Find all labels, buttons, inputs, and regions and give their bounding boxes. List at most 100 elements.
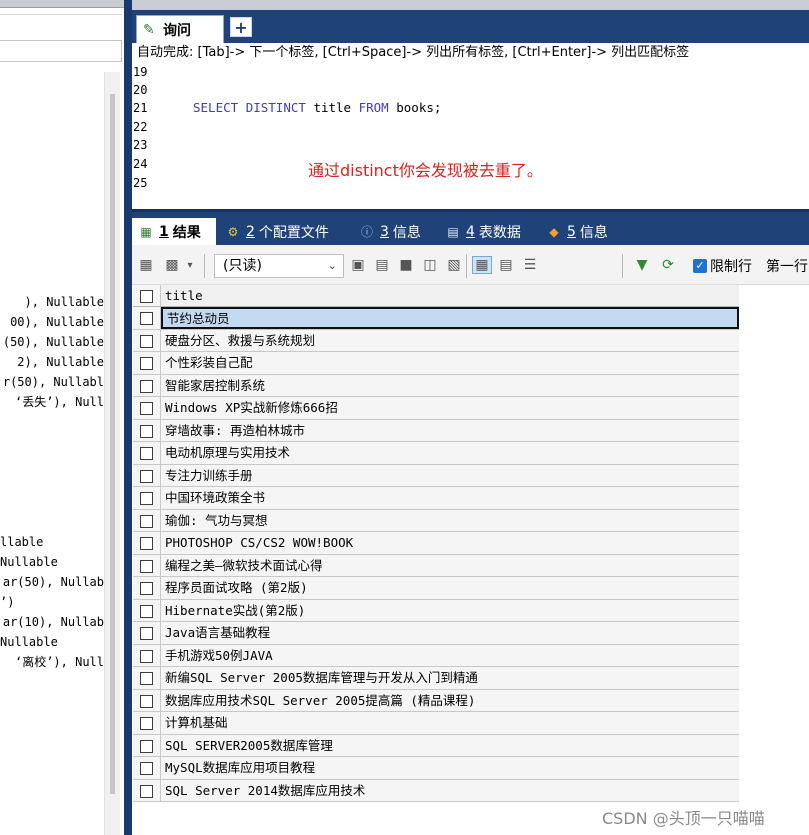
table-row[interactable]: 中国环境政策全书 [133,487,739,510]
column-header-title[interactable]: title [165,285,203,306]
refresh-icon[interactable]: ⟳ [658,256,678,274]
table-row[interactable]: 数据库应用技术SQL Server 2005提高篇 (精品课程) [133,689,739,712]
row-select-cell[interactable] [133,622,161,644]
row-checkbox[interactable] [140,739,153,753]
table-row[interactable]: Hibernate实战(第2版) [133,599,739,622]
title-cell[interactable]: 穿墙故事: 再造柏林城市 [165,420,305,442]
row-select-cell[interactable] [133,329,161,351]
left-panel-scrollbar[interactable] [104,72,120,835]
tab-query[interactable]: ✎ 询问 [136,15,224,43]
save-icon[interactable]: ■ [396,256,416,274]
row-checkbox[interactable] [140,717,153,730]
row-select-cell[interactable] [133,532,161,554]
table-row[interactable]: 硬盘分区、救援与系统规划 [133,329,739,352]
row-select-cell[interactable] [133,599,161,621]
sql-editor[interactable]: 19 20 21 22 23 24 25 SELECT DISTINCT tit… [132,63,809,209]
text-view-icon[interactable]: ☰ [520,256,540,274]
row-select-cell[interactable] [133,779,161,801]
row-checkbox[interactable] [140,357,153,370]
select-all-cell[interactable] [133,285,161,306]
row-checkbox[interactable] [140,424,153,438]
title-cell[interactable]: Windows XP实战新修炼666招 [165,397,338,419]
row-checkbox[interactable] [140,492,153,505]
dropdown-arrow-icon[interactable]: ▾ [184,256,196,274]
title-cell[interactable]: MySQL数据库应用项目教程 [165,757,315,779]
title-cell[interactable]: 瑜伽: 气功与冥想 [165,510,268,532]
grid-view-icon[interactable]: ▦ [472,256,492,274]
title-cell[interactable]: 电动机原理与实用技术 [165,442,290,464]
sql-code-line[interactable]: SELECT DISTINCT title FROM books; [193,99,441,117]
title-cell[interactable]: PHOTOSHOP CS/CS2 WOW!BOOK [165,532,353,554]
tab-table-data[interactable]: ▤ 4 表数据 [445,218,521,245]
table-row[interactable]: 电动机原理与实用技术 [133,442,739,465]
title-cell[interactable]: Java语言基础教程 [165,622,270,644]
panel-splitter[interactable] [124,0,132,835]
row-checkbox[interactable] [140,604,153,618]
title-cell[interactable]: 专注力训练手册 [165,465,253,487]
row-select-cell[interactable] [133,397,161,419]
new-tab-button[interactable]: + [230,17,252,37]
row-checkbox[interactable] [140,537,153,550]
title-cell[interactable]: 中国环境政策全书 [165,487,265,509]
discard-icon[interactable]: ▧ [444,256,464,274]
row-select-cell[interactable] [133,712,161,734]
row-checkbox[interactable] [140,627,153,640]
row-select-cell[interactable] [133,307,161,329]
copy-grid-icon[interactable]: ▩ [162,256,182,274]
table-row[interactable]: 穿墙故事: 再造柏林城市 [133,419,739,442]
row-select-cell[interactable] [133,509,161,531]
duplicate-row-icon[interactable]: ▤ [372,256,392,274]
table-row[interactable]: 节约总动员 [133,307,739,330]
table-row[interactable]: 瑜伽: 气功与冥想 [133,509,739,532]
table-row[interactable]: 编程之美—微软技术面试心得 [133,554,739,577]
row-select-cell[interactable] [133,352,161,374]
row-checkbox[interactable] [140,312,153,325]
row-select-cell[interactable] [133,442,161,464]
row-select-cell[interactable] [133,487,161,509]
row-checkbox[interactable] [140,672,153,685]
row-checkbox[interactable] [140,379,153,393]
results-grid[interactable]: title 节约总动员 硬盘分区、救援与系统规划 个性彩装自己配 智能家居控制系统 Wi… [133,285,739,802]
row-select-cell[interactable] [133,644,161,666]
readonly-select[interactable]: (只读) ⌄ [214,254,344,278]
row-select-cell[interactable] [133,734,161,756]
title-cell[interactable]: 新编SQL Server 2005数据库管理与开发从入门到精通 [165,667,478,689]
row-select-cell[interactable] [133,464,161,486]
insert-row-icon[interactable]: ▣ [348,256,368,274]
title-cell[interactable]: 数据库应用技术SQL Server 2005提高篇 (精品课程) [165,690,475,712]
row-checkbox[interactable] [140,469,153,483]
row-checkbox[interactable] [140,582,153,595]
form-view-icon[interactable]: ▤ [496,256,516,274]
limit-rows-checkbox[interactable]: ✓ [693,259,707,273]
row-select-cell[interactable] [133,374,161,396]
row-select-cell[interactable] [133,554,161,576]
export-grid-icon[interactable]: ▦ [136,256,156,274]
tab-info[interactable]: ⓘ 3 信息 [359,218,421,245]
table-row[interactable]: 计算机基础 [133,712,739,735]
title-cell[interactable]: SQL SERVER2005数据库管理 [165,735,333,757]
row-checkbox[interactable] [140,334,153,348]
table-row[interactable]: PHOTOSHOP CS/CS2 WOW!BOOK [133,532,739,555]
table-row[interactable]: SQL Server 2014数据库应用技术 [133,779,739,802]
row-checkbox[interactable] [140,762,153,775]
object-filter-input[interactable] [0,40,122,62]
title-cell[interactable]: 计算机基础 [165,712,228,734]
tab-results[interactable]: ▦ 1 结果 [132,218,216,245]
title-cell[interactable]: SQL Server 2014数据库应用技术 [165,780,365,802]
title-cell[interactable]: 硬盘分区、救援与系统规划 [165,330,315,352]
filter-icon[interactable]: ▼ [632,256,652,274]
row-select-cell[interactable] [133,757,161,779]
table-row[interactable]: 手机游戏50例JAVA [133,644,739,667]
row-checkbox[interactable] [140,784,153,798]
scrollbar-thumb[interactable] [110,94,115,794]
table-row[interactable]: MySQL数据库应用项目教程 [133,757,739,780]
row-checkbox[interactable] [140,402,153,415]
row-select-cell[interactable] [133,419,161,441]
table-row[interactable]: SQL SERVER2005数据库管理 [133,734,739,757]
table-row[interactable]: 专注力训练手册 [133,464,739,487]
row-checkbox[interactable] [140,649,153,663]
title-cell[interactable]: 编程之美—微软技术面试心得 [165,555,323,577]
title-cell[interactable]: 手机游戏50例JAVA [165,645,273,667]
tab-info-2[interactable]: ◆ 5 信息 [546,218,608,245]
table-row[interactable]: Java语言基础教程 [133,622,739,645]
